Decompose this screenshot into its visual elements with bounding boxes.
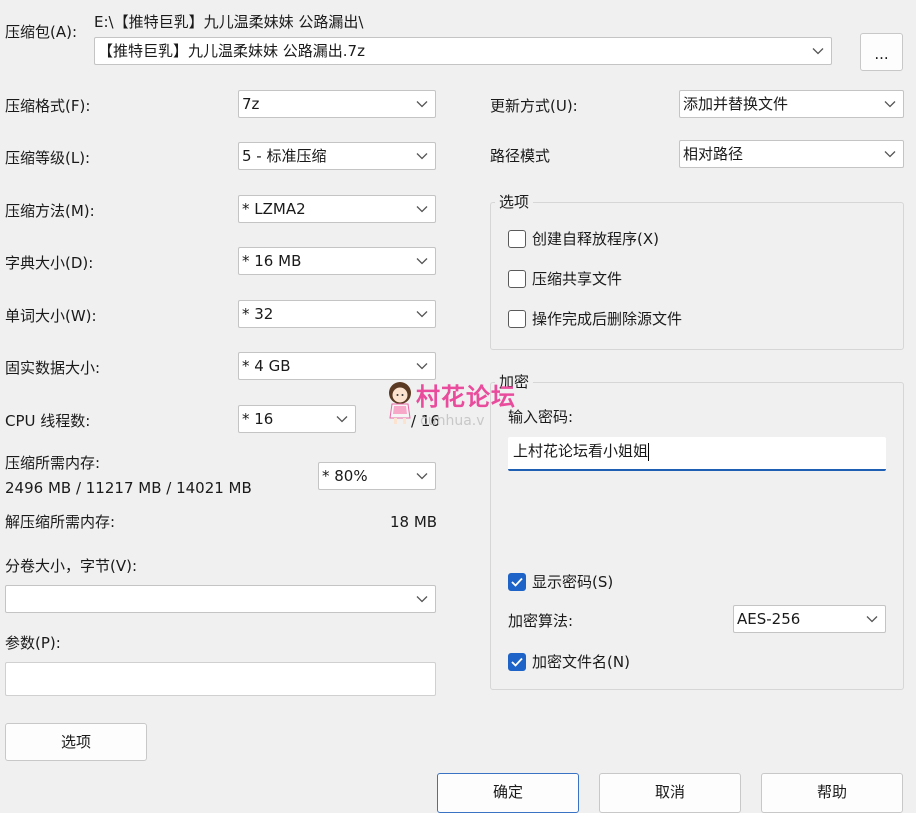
help-button[interactable]: 帮助 [761, 773, 903, 813]
delete-source-checkbox[interactable] [508, 310, 526, 328]
chevron-down-icon[interactable] [415, 353, 429, 379]
method-label: 压缩方法(M): [5, 202, 95, 220]
encrypt-names-label[interactable]: 加密文件名(N) [532, 652, 630, 672]
update-value: 添加并替换文件 [683, 95, 789, 113]
sfx-label[interactable]: 创建自释放程序(X) [532, 229, 659, 249]
chevron-down-icon[interactable] [415, 586, 429, 612]
word-combo[interactable]: * 32 [238, 300, 436, 328]
level-value: 5 - 标准压缩 [242, 147, 327, 165]
archive-filename-combo[interactable]: 【推特巨乳】九儿温柔妹妹 公路漏出.7z [94, 37, 832, 65]
chevron-down-icon[interactable] [415, 91, 429, 117]
text-cursor [648, 442, 650, 461]
params-label: 参数(P): [5, 634, 61, 652]
threads-combo[interactable]: * 16 [238, 405, 356, 433]
dict-combo[interactable]: * 16 MB [238, 247, 436, 275]
watermark-text: 村花论坛 [416, 383, 516, 411]
ok-button[interactable]: 确定 [437, 773, 579, 813]
chevron-down-icon[interactable] [811, 38, 825, 64]
encryption-group [490, 382, 904, 690]
shared-files-label[interactable]: 压缩共享文件 [532, 269, 622, 289]
method-combo[interactable]: * LZMA2 [238, 195, 436, 223]
update-label: 更新方式(U): [490, 97, 578, 115]
format-value: 7z [242, 95, 260, 113]
path-mode-label: 路径模式 [490, 147, 551, 165]
sfx-checkbox[interactable] [508, 230, 526, 248]
watermark-girl-icon [383, 380, 417, 426]
shared-files-checkbox[interactable] [508, 270, 526, 288]
update-combo[interactable]: 添加并替换文件 [679, 90, 904, 118]
path-mode-value: 相对路径 [683, 145, 744, 163]
password-value: 上村花论坛看小姐姐 [513, 442, 649, 460]
archive-filename-value: 【推特巨乳】九儿温柔妹妹 公路漏出.7z [98, 42, 365, 60]
mem-decompress-label: 解压缩所需内存: [5, 513, 116, 531]
mem-compress-detail: 2496 MB / 11217 MB / 14021 MB [5, 479, 252, 497]
chevron-down-icon[interactable] [415, 248, 429, 274]
chevron-down-icon[interactable] [415, 196, 429, 222]
solid-label: 固实数据大小: [5, 359, 101, 377]
show-password-checkbox[interactable] [508, 573, 526, 591]
options-button[interactable]: 选项 [5, 723, 147, 761]
encryption-method-label: 加密算法: [508, 612, 574, 630]
mem-usage-combo[interactable]: * 80% [318, 462, 436, 490]
path-mode-combo[interactable]: 相对路径 [679, 140, 904, 168]
chevron-down-icon[interactable] [415, 143, 429, 169]
solid-value: * 4 GB [242, 357, 291, 375]
cancel-button[interactable]: 取消 [599, 773, 741, 813]
dict-value: * 16 MB [242, 252, 302, 270]
params-input[interactable] [5, 662, 436, 696]
level-combo[interactable]: 5 - 标准压缩 [238, 142, 436, 170]
mem-decompress-value: 18 MB [390, 513, 438, 531]
word-value: * 32 [242, 305, 274, 323]
checkmark-icon [511, 577, 523, 587]
threads-label: CPU 线程数: [5, 412, 91, 430]
level-label: 压缩等级(L): [5, 149, 91, 167]
browse-button[interactable]: ... [860, 33, 903, 71]
volume-combo[interactable] [5, 585, 436, 613]
chevron-down-icon[interactable] [415, 301, 429, 327]
solid-combo[interactable]: * 4 GB [238, 352, 436, 380]
options-group-title: 选项 [495, 192, 534, 212]
chevron-down-icon[interactable] [415, 463, 429, 489]
volume-label: 分卷大小，字节(V): [5, 557, 138, 575]
method-value: * LZMA2 [242, 200, 306, 218]
chevron-down-icon[interactable] [865, 606, 879, 632]
encryption-method-value: AES-256 [737, 610, 801, 628]
show-password-label[interactable]: 显示密码(S) [532, 572, 613, 592]
delete-source-label[interactable]: 操作完成后删除源文件 [532, 309, 682, 329]
word-label: 单词大小(W): [5, 307, 97, 325]
watermark-subtext: cunhua.v [420, 413, 485, 429]
format-combo[interactable]: 7z [238, 90, 436, 118]
checkmark-icon [511, 657, 523, 667]
mem-compress-label: 压缩所需内存: [5, 454, 101, 472]
chevron-down-icon[interactable] [883, 141, 897, 167]
chevron-down-icon[interactable] [335, 406, 349, 432]
threads-value: * 16 [242, 410, 274, 428]
mem-usage-value: * 80% [322, 467, 368, 485]
encryption-method-combo[interactable]: AES-256 [733, 605, 886, 633]
format-label: 压缩格式(F): [5, 97, 91, 115]
password-label: 输入密码: [508, 408, 574, 426]
dict-label: 字典大小(D): [5, 254, 94, 272]
encrypt-names-checkbox[interactable] [508, 653, 526, 671]
archive-label: 压缩包(A): [5, 23, 78, 41]
archive-folder-path: E:\【推特巨乳】九儿温柔妹妹 公路漏出\ [94, 13, 364, 31]
chevron-down-icon[interactable] [883, 91, 897, 117]
password-input[interactable]: 上村花论坛看小姐姐 [508, 437, 886, 471]
